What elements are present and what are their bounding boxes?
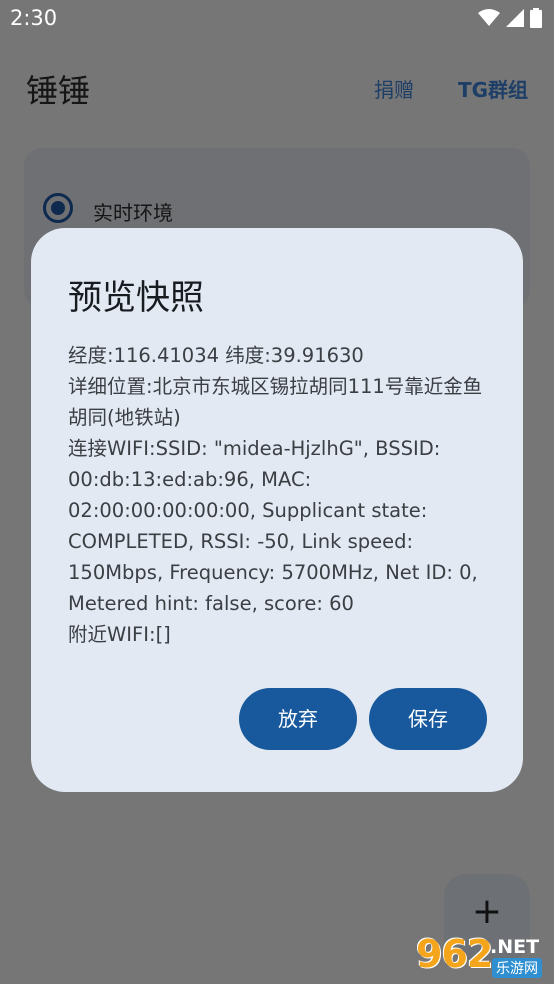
discard-button[interactable]: 放弃 (239, 688, 357, 750)
watermark-number: 962 (416, 932, 493, 976)
save-button[interactable]: 保存 (369, 688, 487, 750)
status-bar: 2:30 (0, 0, 554, 38)
plus-icon: + (471, 891, 503, 932)
coordinates-text: 经度:116.41034 纬度:39.91630 (68, 344, 364, 367)
wifi-connection-text: 连接WIFI:SSID: "midea-HjzlhG", BSSID: 00:d… (68, 437, 478, 615)
dialog-body: 经度:116.41034 纬度:39.91630 详细位置:北京市东城区锡拉胡同… (68, 340, 498, 650)
wifi-icon (478, 9, 500, 26)
battery-icon (530, 8, 542, 28)
cellular-signal-icon (506, 9, 524, 27)
donate-button[interactable]: 捐赠 (374, 74, 414, 103)
tg-group-button[interactable]: TG群组 (458, 74, 528, 103)
realtime-env-radio[interactable] (43, 193, 73, 223)
dialog-title: 预览快照 (68, 278, 204, 318)
watermark-logo: 962 .NET 乐游网 (416, 932, 550, 982)
nearby-wifi-text: 附近WIFI:[] (68, 623, 171, 646)
status-icons (478, 8, 542, 28)
app-title: 锤锤 (26, 72, 91, 110)
location-text: 详细位置:北京市东城区锡拉胡同111号靠近金鱼胡同(地铁站) (68, 375, 483, 429)
watermark-net: .NET (490, 936, 540, 958)
watermark-site: 乐游网 (492, 958, 542, 978)
preview-snapshot-dialog: 预览快照 经度:116.41034 纬度:39.91630 详细位置:北京市东城… (31, 228, 523, 792)
realtime-env-label: 实时环境 (93, 201, 173, 225)
status-time: 2:30 (10, 6, 58, 30)
